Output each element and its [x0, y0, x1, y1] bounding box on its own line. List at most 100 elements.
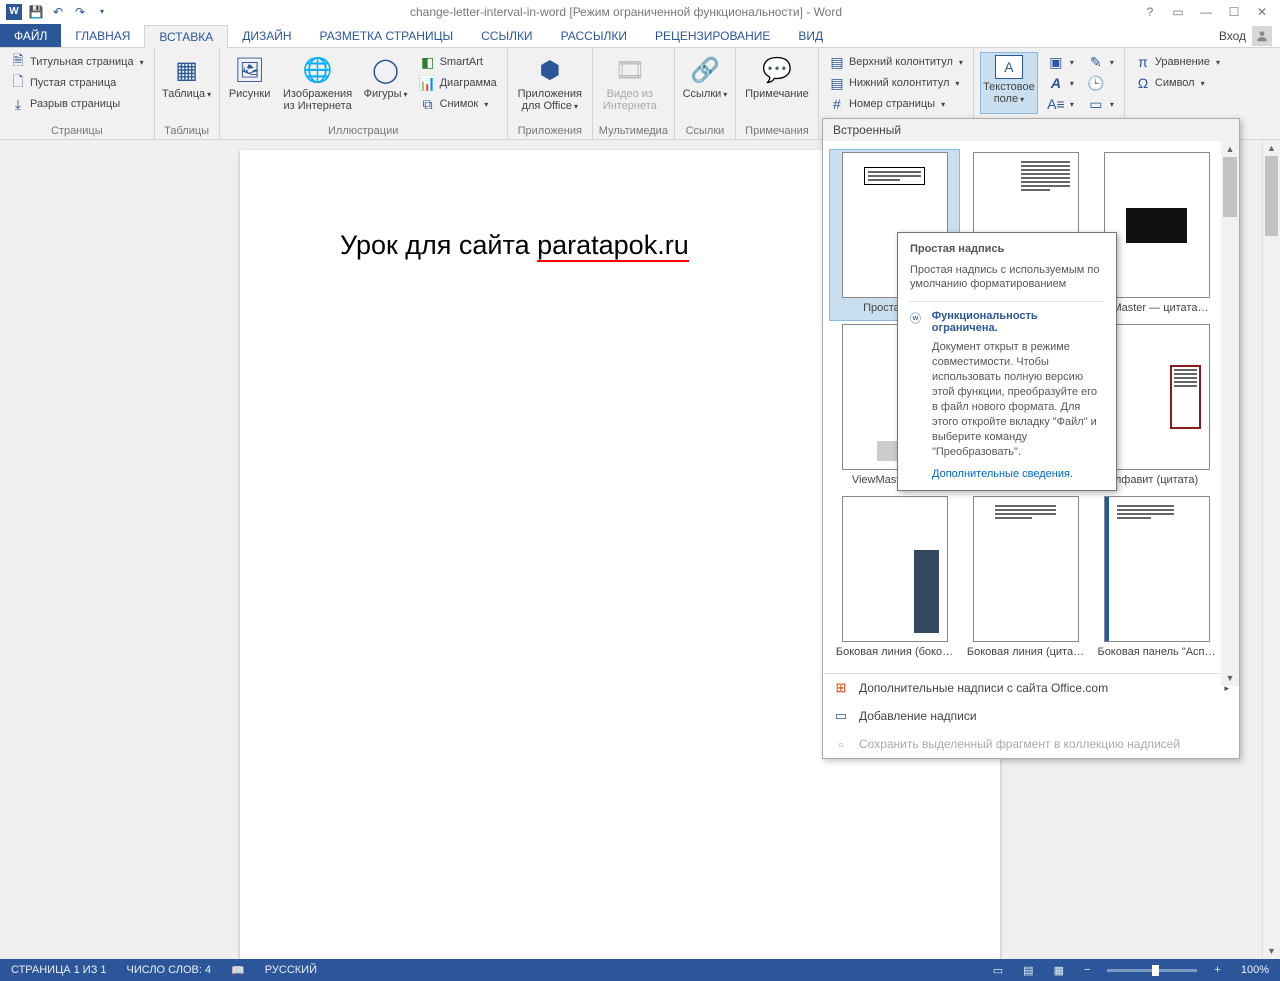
gallery-scroll-thumb[interactable] — [1223, 157, 1237, 217]
table-button[interactable]: ▦ Таблица▾ — [161, 52, 213, 101]
group-illustrations: 🖼Рисунки 🌐Изображения из Интернета ◯Фигу… — [220, 48, 508, 139]
datetime-icon: 🕒 — [1088, 75, 1104, 91]
blank-page-label: Пустая страница — [30, 77, 116, 89]
gallery-draw-textbox[interactable]: ▭Добавление надписи — [823, 702, 1239, 730]
gallery-scroll-down-icon[interactable]: ▼ — [1221, 670, 1239, 686]
tab-layout[interactable]: РАЗМЕТКА СТРАНИЦЫ — [306, 24, 468, 47]
status-language[interactable]: РУССКИЙ — [262, 964, 320, 976]
chart-button[interactable]: 📊 Диаграмма — [416, 73, 501, 93]
wordart-icon: A — [1048, 75, 1064, 91]
dropcap-button[interactable]: A≡▾ — [1044, 94, 1078, 114]
cover-page-button[interactable]: 🗎Титульная страница▾ — [6, 52, 148, 72]
zoom-thumb[interactable] — [1152, 965, 1159, 976]
gallery-more-label: Дополнительные надписи с сайта Office.co… — [859, 681, 1108, 695]
equation-label: Уравнение — [1155, 56, 1210, 68]
smartart-button[interactable]: ◧SmartArt — [416, 52, 501, 72]
tab-references[interactable]: ССЫЛКИ — [467, 24, 546, 47]
gallery-item-6[interactable]: Боковая линия (боко… — [829, 493, 960, 665]
gallery-header: Встроенный — [823, 119, 1239, 141]
login-label: Вход — [1219, 29, 1246, 43]
link-icon: 🔗 — [689, 54, 721, 86]
shapes-label: Фигуры — [364, 88, 402, 100]
pictures-button[interactable]: 🖼Рисунки — [226, 52, 274, 114]
chart-label: Диаграмма — [440, 77, 497, 89]
gallery-scroll-up-icon[interactable]: ▲ — [1221, 141, 1239, 157]
table-icon: ▦ — [171, 54, 203, 86]
close-icon[interactable]: ✕ — [1254, 5, 1270, 19]
blank-page-button[interactable]: 🗋Пустая страница — [6, 73, 148, 93]
web-layout-icon[interactable]: ▦ — [1051, 964, 1067, 977]
scroll-down-icon[interactable]: ▼ — [1263, 943, 1280, 959]
login-area[interactable]: Вход — [1219, 24, 1280, 47]
group-apps-label: Приложения — [514, 123, 586, 137]
group-links: 🔗Ссылки▾ Ссылки — [675, 48, 736, 139]
symbol-button[interactable]: ΩСимвол▾ — [1131, 73, 1224, 93]
office-apps-button[interactable]: ⬢Приложения для Office▾ — [514, 52, 586, 113]
zoom-slider[interactable] — [1107, 969, 1197, 972]
tooltip-link[interactable]: Дополнительные сведения. — [932, 468, 1104, 480]
wordart-button[interactable]: A▾ — [1044, 73, 1078, 93]
tab-home[interactable]: ГЛАВНАЯ — [61, 24, 144, 47]
zoom-out-icon[interactable]: − — [1081, 964, 1093, 976]
gallery-more-online[interactable]: ⊞Дополнительные надписи с сайта Office.c… — [823, 674, 1239, 702]
online-pictures-button[interactable]: 🌐Изображения из Интернета — [280, 52, 356, 114]
tab-review[interactable]: РЕЦЕНЗИРОВАНИЕ — [641, 24, 784, 47]
maximize-icon[interactable]: ☐ — [1226, 5, 1242, 19]
comment-button[interactable]: 💬Примечание — [742, 52, 812, 100]
header-label: Верхний колонтитул — [849, 56, 953, 68]
shapes-button[interactable]: ◯Фигуры▾ — [362, 52, 410, 114]
zoom-level[interactable]: 100% — [1238, 964, 1272, 976]
signature-button[interactable]: ✎▾ — [1084, 52, 1118, 72]
thumb-2 — [1104, 152, 1210, 298]
ribbon-options-icon[interactable]: ▭ — [1170, 5, 1186, 19]
object-button[interactable]: ▭▾ — [1084, 94, 1118, 114]
text-box-button[interactable]: AТекстовое поле▾ — [980, 52, 1038, 114]
page-number-button[interactable]: #Номер страницы▾ — [825, 94, 967, 114]
datetime-button[interactable]: 🕒 — [1084, 73, 1118, 93]
scroll-thumb[interactable] — [1265, 156, 1278, 236]
screenshot-button[interactable]: ⧉Снимок▾ — [416, 94, 501, 114]
save-icon[interactable]: 💾 — [28, 4, 44, 20]
tab-mailings[interactable]: РАССЫЛКИ — [547, 24, 641, 47]
quickparts-button[interactable]: ▣▾ — [1044, 52, 1078, 72]
gallery-scrollbar[interactable]: ▲ ▼ — [1221, 141, 1239, 686]
footer-button[interactable]: ▤Нижний колонтитул▾ — [825, 73, 967, 93]
equation-button[interactable]: πУравнение▾ — [1131, 52, 1224, 72]
status-words[interactable]: ЧИСЛО СЛОВ: 4 — [124, 964, 215, 976]
online-picture-icon: 🌐 — [302, 54, 334, 86]
read-mode-icon[interactable]: ▭ — [990, 964, 1006, 977]
tab-view[interactable]: ВИД — [784, 24, 837, 47]
office-apps-label: Приложения для Office — [518, 88, 582, 112]
vertical-scrollbar[interactable]: ▲ ▼ — [1262, 140, 1280, 959]
page-break-button[interactable]: ⤓Разрыв страницы — [6, 94, 148, 114]
links-button[interactable]: 🔗Ссылки▾ — [681, 52, 729, 101]
print-layout-icon[interactable]: ▤ — [1020, 964, 1036, 977]
symbol-icon: Ω — [1135, 75, 1151, 91]
gallery-item-8[interactable]: Боковая панель "Асп… — [1091, 493, 1222, 665]
thumb-5 — [1104, 324, 1210, 470]
scroll-up-icon[interactable]: ▲ — [1263, 140, 1280, 156]
thumb-6 — [842, 496, 948, 642]
word-small-icon: ⓦ — [910, 310, 926, 326]
zoom-in-icon[interactable]: + — [1211, 964, 1223, 976]
header-button[interactable]: ▤Верхний колонтитул▾ — [825, 52, 967, 72]
status-page[interactable]: СТРАНИЦА 1 ИЗ 1 — [8, 964, 110, 976]
header-icon: ▤ — [829, 54, 845, 70]
minimize-icon[interactable]: — — [1198, 5, 1214, 19]
tab-design[interactable]: ДИЗАЙН — [228, 24, 305, 47]
undo-icon[interactable]: ↶ — [50, 4, 66, 20]
chart-icon: 📊 — [420, 75, 436, 91]
draw-textbox-icon: ▭ — [833, 708, 849, 724]
redo-icon[interactable]: ↷ — [72, 4, 88, 20]
gallery-item-7[interactable]: Боковая линия (цита… — [960, 493, 1091, 665]
smartart-icon: ◧ — [420, 54, 436, 70]
tab-file[interactable]: ФАЙЛ — [0, 24, 61, 47]
dark-box — [1126, 208, 1188, 243]
help-icon[interactable]: ? — [1142, 5, 1158, 19]
tab-insert[interactable]: ВСТАВКА — [144, 25, 228, 48]
qat-dropdown-icon[interactable]: ▾ — [94, 4, 110, 20]
proofing-icon[interactable]: 📖 — [228, 964, 248, 977]
online-video-label: Видео из Интернета — [599, 88, 661, 112]
save-selection-icon: ▫ — [833, 736, 849, 752]
document-text[interactable]: Урок для сайта paratapok.ru — [340, 230, 900, 261]
